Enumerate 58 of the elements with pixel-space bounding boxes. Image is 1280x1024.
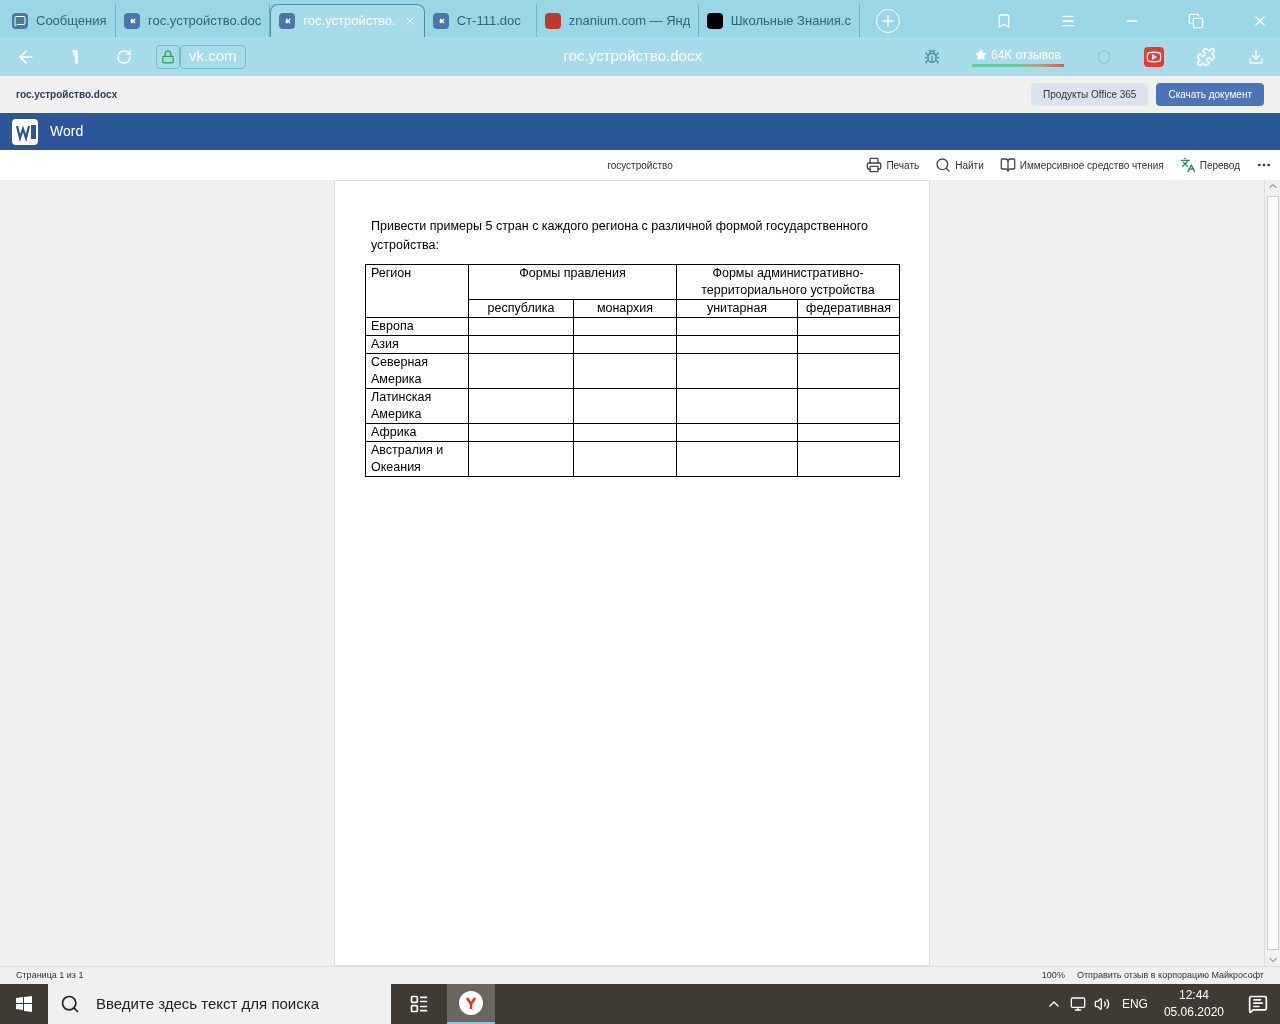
page-count: Страница 1 из 1 <box>16 968 85 982</box>
volume-icon[interactable] <box>1093 996 1110 1012</box>
search-icon <box>935 157 952 173</box>
translate-icon <box>1179 157 1196 173</box>
file-name: гос.устройство.docx <box>16 88 119 102</box>
printer-icon <box>866 157 883 173</box>
toolbar-button[interactable]: Иммерсивное средство чтения <box>999 157 1164 173</box>
rating-text: 64K отзывов <box>991 47 1061 64</box>
table-cell: Северная Америка <box>365 353 469 389</box>
bookmark-icon[interactable] <box>996 12 1012 29</box>
search-field[interactable]: Введите здесь текст для поиска <box>48 984 391 1024</box>
video-icon[interactable] <box>1144 46 1164 67</box>
zoom-level[interactable]: 100% <box>1041 968 1065 983</box>
office-button[interactable]: Скачать документ <box>1156 83 1264 106</box>
page-title: гос.устройство.docx <box>562 46 703 67</box>
table-cell: Африка <box>365 423 469 442</box>
instruction-text: Привести примеры 5 стран с каждого региона с различной формой государственного устройства: <box>370 218 869 254</box>
lock-icon[interactable] <box>156 44 180 69</box>
book-icon <box>999 157 1016 173</box>
network-icon[interactable] <box>1069 996 1086 1012</box>
table-cell: Австралия и Океания <box>365 441 469 477</box>
shield-icon[interactable] <box>1096 48 1112 65</box>
table-cell: федеративная <box>797 299 900 318</box>
reload-icon[interactable] <box>116 48 132 65</box>
flag-icon <box>544 12 561 29</box>
browser-taskbar-icon[interactable] <box>447 984 495 1024</box>
bug-icon[interactable] <box>924 48 940 65</box>
toolbar-button[interactable]: Найти <box>935 157 984 173</box>
table-cell: Латинская Америка <box>365 388 469 424</box>
clock-time[interactable]: 12:44 <box>1178 987 1209 1004</box>
notification-icon[interactable] <box>1248 994 1268 1014</box>
office-button[interactable]: Продукты Office 365 <box>1031 83 1149 106</box>
restore-icon[interactable] <box>1188 12 1204 29</box>
table-cell: Регион <box>365 264 469 318</box>
toolbar-button[interactable]: Печать <box>866 157 920 173</box>
vk-icon <box>124 12 140 29</box>
document-title: госустройство <box>606 158 674 173</box>
table-cell: монархия <box>573 299 677 318</box>
clock-date[interactable]: 05.06.2020 <box>1163 1004 1224 1021</box>
star-icon <box>975 49 987 61</box>
table-cell: Европа <box>365 317 469 336</box>
table-cell: Азия <box>365 335 469 354</box>
feedback-link[interactable]: Отправить отзыв в корпорацию Майкрософт <box>1076 968 1264 983</box>
app-name: Word <box>50 122 84 141</box>
chat-icon <box>12 12 28 29</box>
task-view-icon[interactable] <box>409 994 429 1014</box>
extension-icon[interactable] <box>1196 46 1216 67</box>
logo-icon <box>706 12 723 29</box>
search-icon <box>60 994 80 1014</box>
table-cell: республика <box>468 299 574 318</box>
table-cell: Формы правления <box>468 264 677 300</box>
word-logo-icon <box>12 118 38 145</box>
toolbar-button[interactable]: Перевод <box>1179 157 1240 173</box>
table-cell: унитарная <box>676 299 798 318</box>
vk-icon <box>279 13 296 29</box>
download-icon[interactable] <box>1248 48 1264 65</box>
vk-icon <box>432 12 449 29</box>
language-indicator[interactable]: ENG <box>1121 995 1148 1013</box>
